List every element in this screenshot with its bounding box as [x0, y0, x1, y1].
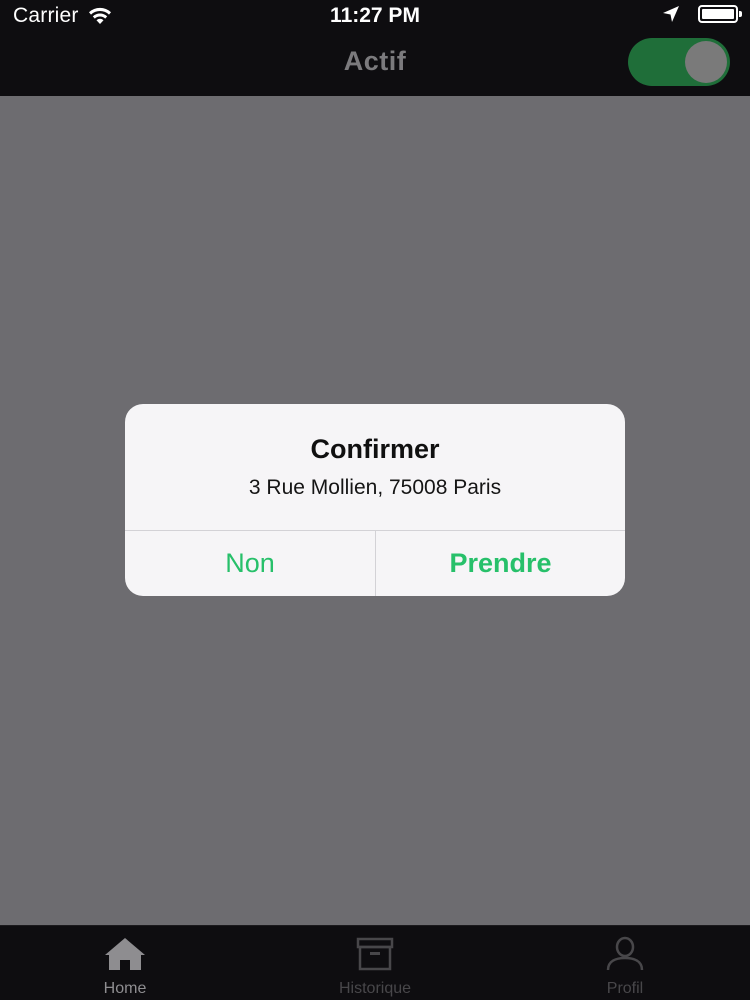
cancel-button[interactable]: Non	[125, 531, 375, 596]
tab-profil-label: Profil	[606, 980, 644, 997]
person-icon	[603, 936, 647, 972]
screen: Carrier 11:27 PM Actif Confirmer 3 Rue M…	[0, 0, 750, 1000]
tab-profil[interactable]: Profil	[500, 926, 750, 1000]
active-toggle[interactable]	[628, 38, 730, 86]
archive-box-icon	[353, 936, 397, 972]
battery-fill	[702, 9, 734, 19]
tab-bar: Home Historique Profil	[0, 925, 750, 1000]
location-arrow-icon	[662, 5, 680, 23]
home-icon	[103, 936, 147, 972]
status-right-group	[662, 5, 742, 23]
tab-home-label: Home	[103, 980, 147, 997]
nav-bar: Actif	[0, 32, 750, 96]
battery-icon	[698, 5, 742, 23]
confirm-alert: Confirmer 3 Rue Mollien, 75008 Paris Non…	[125, 404, 625, 596]
tab-historique[interactable]: Historique	[250, 926, 500, 1000]
tab-historique-label: Historique	[338, 980, 412, 997]
confirm-button[interactable]: Prendre	[376, 531, 625, 596]
toggle-knob	[685, 41, 727, 83]
tab-home[interactable]: Home	[0, 926, 250, 1000]
status-bar: Carrier 11:27 PM	[0, 0, 750, 32]
status-time: 11:27 PM	[330, 4, 420, 27]
alert-title: Confirmer	[310, 434, 440, 464]
alert-message: 3 Rue Mollien, 75008 Paris	[248, 476, 502, 499]
battery-tip	[739, 11, 742, 17]
